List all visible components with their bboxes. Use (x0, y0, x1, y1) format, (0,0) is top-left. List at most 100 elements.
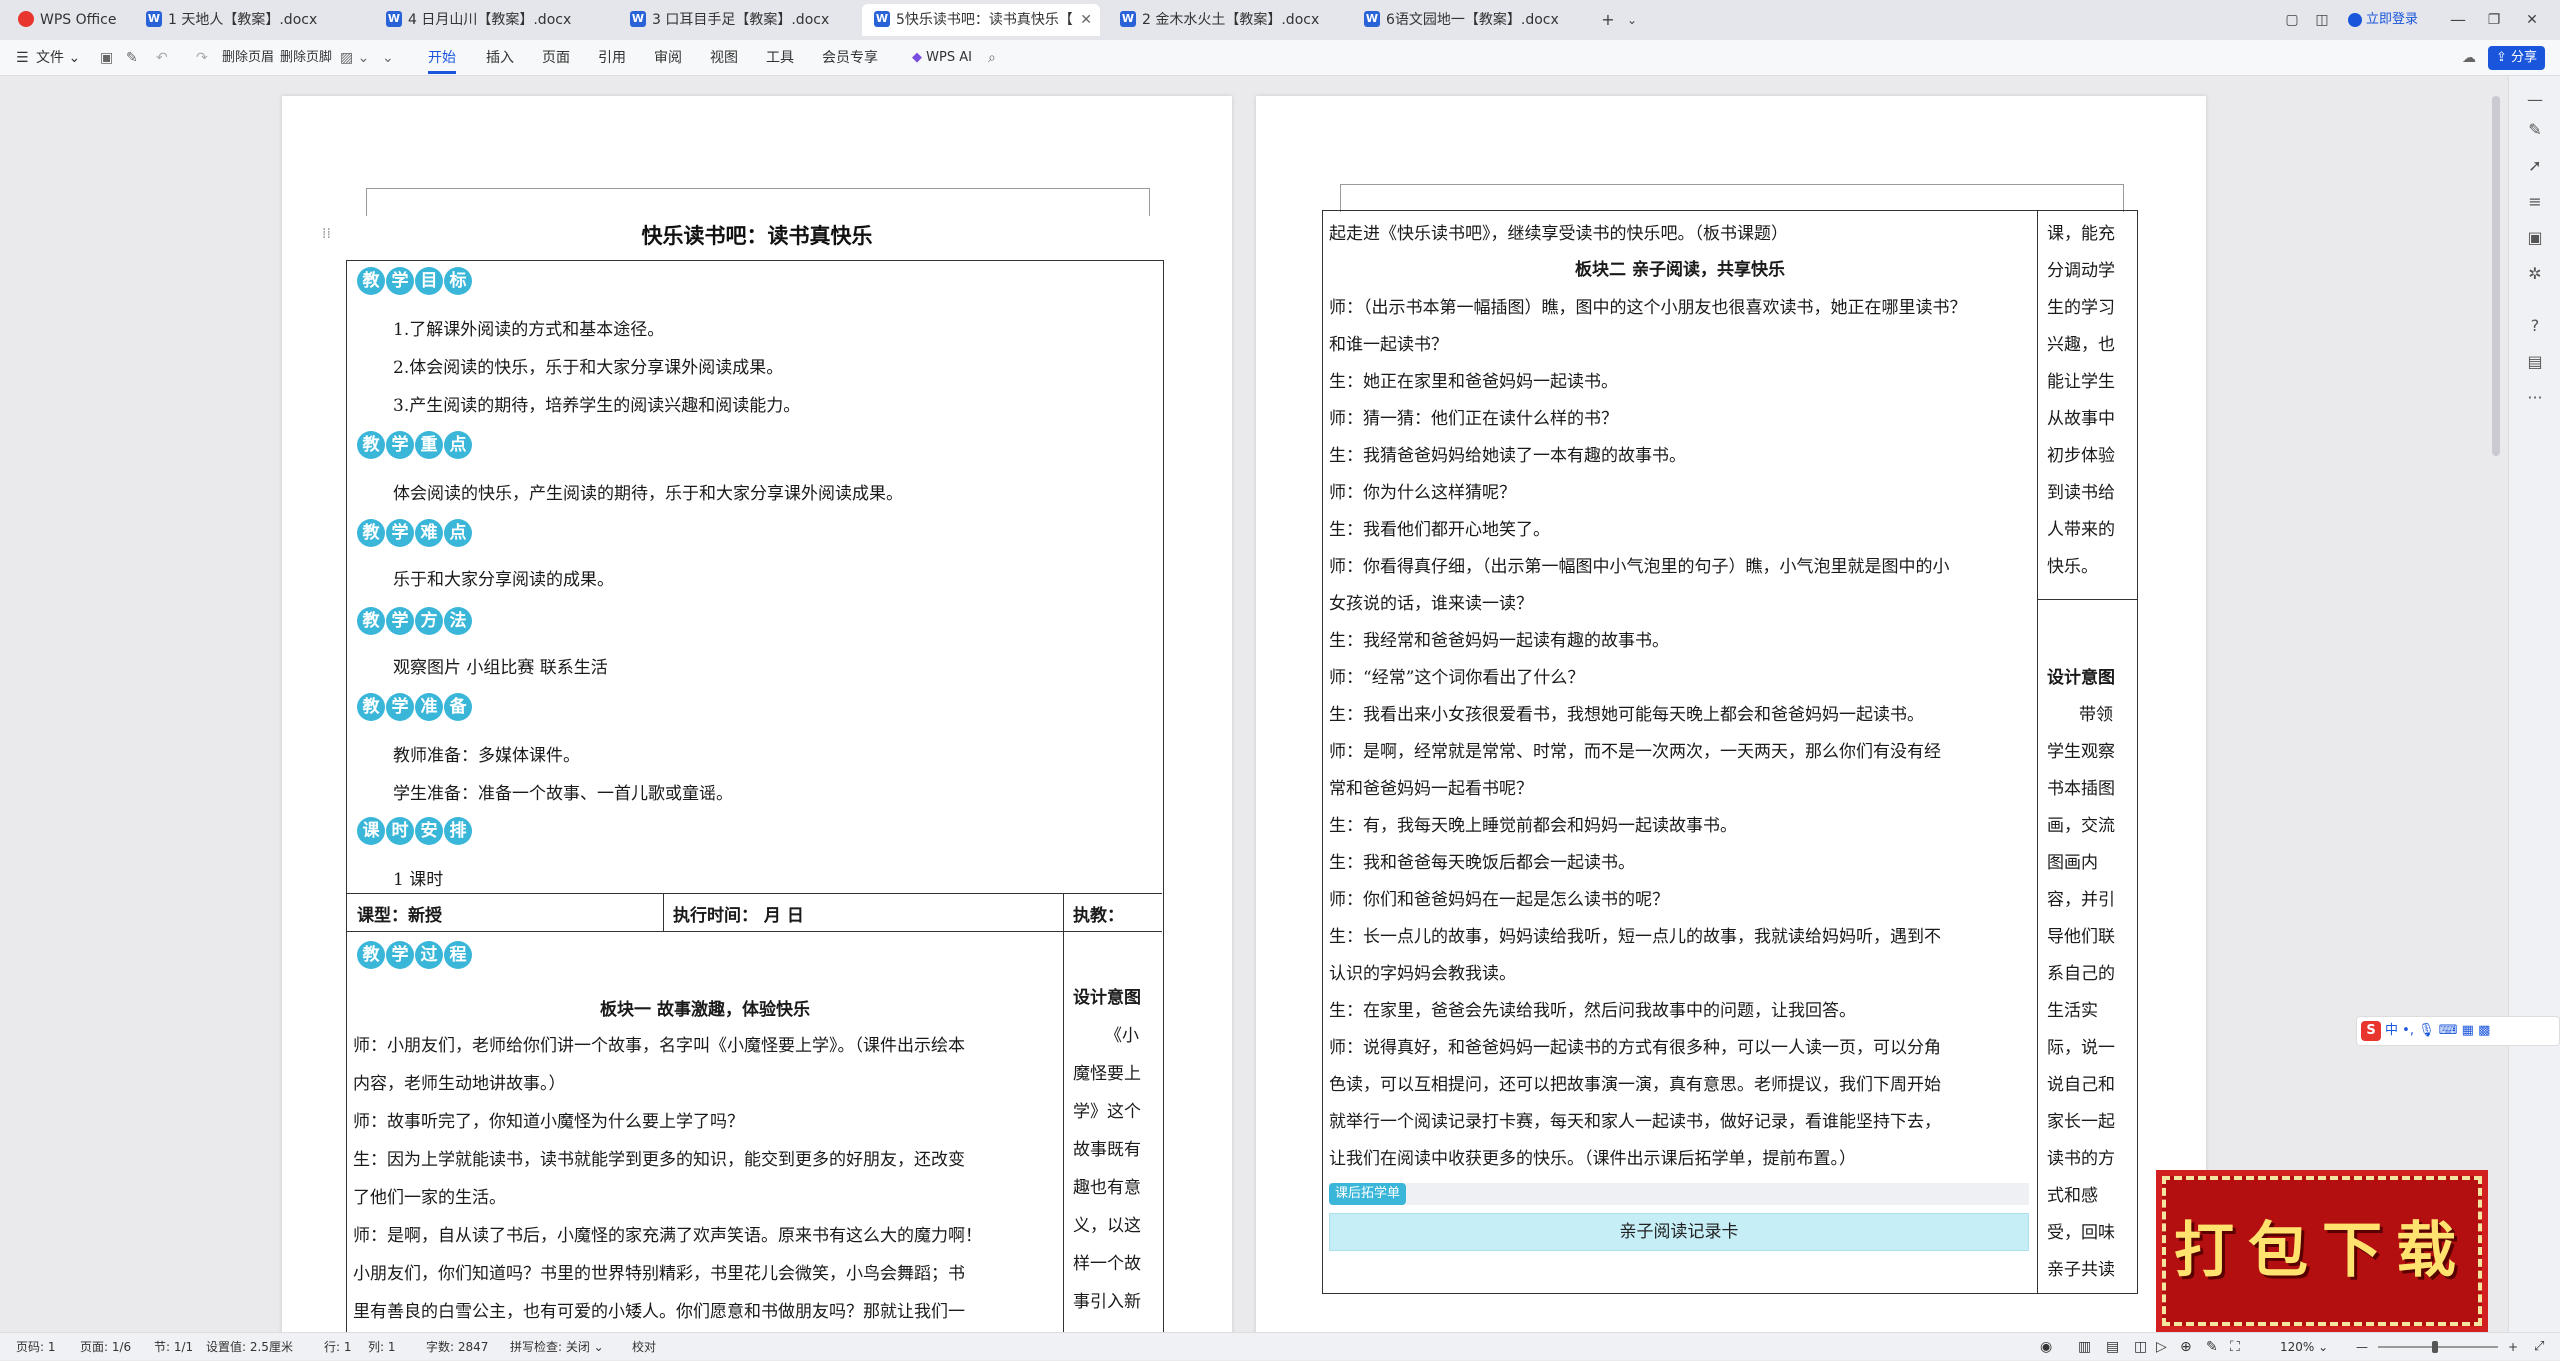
mic-icon[interactable]: 🎙 (2418, 1023, 2435, 1038)
side-line[interactable]: 快乐。 (2047, 552, 2098, 577)
keyboard-icon[interactable]: ⌨ (2439, 1023, 2458, 1038)
body-line[interactable]: 色读，可以互相提问，还可以把故事演一演，真有意思。老师提议，我们下周开始 (1329, 1070, 1941, 1095)
side-line[interactable]: 学》这个 (1073, 1097, 1141, 1122)
side-line[interactable]: 带领 (2079, 700, 2113, 725)
body-line[interactable]: 就举行一个阅读记录打卡赛，每天和家人一起读书，做好记录，看谁能坚持下去， (1329, 1107, 1941, 1132)
body-line[interactable]: 生：有，我每天晚上睡觉前都会和妈妈一起读故事书。 (1329, 811, 1737, 836)
page-view-icon[interactable]: ▥ (2078, 1333, 2091, 1361)
close-tab-icon[interactable]: ✕ (1080, 4, 1092, 36)
side-line[interactable]: 兴趣，也 (2047, 330, 2115, 355)
restore-icon[interactable]: ◫ (2310, 8, 2334, 32)
status-proof[interactable]: 校对 (632, 1333, 656, 1361)
ribbon-tab-review[interactable]: 审阅 (654, 40, 682, 76)
side-line[interactable]: 趣也有意 (1073, 1173, 1141, 1198)
outline-icon[interactable]: ⊕ (2180, 1333, 2192, 1361)
goal-line[interactable]: 3.产生阅读的期待，培养学生的阅读兴趣和阅读能力。 (393, 391, 800, 416)
design-intent-label[interactable]: 设计意图 (1073, 983, 1141, 1008)
doc-tab-1[interactable]: W 1 天地人【教案】.docx (134, 4, 368, 36)
format-painter-icon[interactable]: ✎ (126, 40, 138, 76)
tools-icon[interactable]: ▩ (2478, 1023, 2490, 1038)
side-line[interactable]: 《小 (1105, 1021, 1139, 1046)
body-line[interactable]: 生：她正在家里和爸爸妈妈一起读书。 (1329, 367, 1618, 392)
gear-icon[interactable]: ✲ (2525, 264, 2545, 284)
design-intent-label[interactable]: 设计意图 (2047, 663, 2115, 688)
body-line[interactable]: 生：我看他们都开心地笑了。 (1329, 515, 1550, 540)
status-setting[interactable]: 设置值: 2.5厘米 (206, 1333, 293, 1361)
body-line[interactable]: 起走进《快乐读书吧》，继续享受读书的快乐吧。（板书课题） (1329, 219, 1788, 244)
file-menu[interactable]: 文件 ⌄ (36, 40, 80, 76)
zoom-in-icon[interactable]: + (2508, 1333, 2518, 1361)
side-line[interactable]: 初步体验 (2047, 441, 2115, 466)
wps-home-tab[interactable]: WPS Office (6, 4, 130, 36)
fullscreen-icon[interactable]: ⤢ (2534, 1333, 2544, 1361)
side-line[interactable]: 受，回味 (2047, 1218, 2115, 1243)
help-icon[interactable]: ? (2525, 316, 2545, 336)
search-icon[interactable]: ⌕ (988, 40, 996, 76)
body-line[interactable]: 师：你看得真仔细，（出示第一幅图中小气泡里的句子）瞧，小气泡里就是图中的小 (1329, 552, 1950, 577)
minimize-icon[interactable]: — (2446, 8, 2470, 32)
ribbon-tab-member[interactable]: 会员专享 (822, 40, 878, 76)
side-line[interactable]: 分调动学 (2047, 256, 2115, 281)
side-line[interactable]: 能让学生 (2047, 367, 2115, 392)
ime-toolbar[interactable]: S中 •, 🎙 ⌨ ▦ ▩ (2356, 1016, 2560, 1046)
doc-tab-5[interactable]: W 2 金木水火土【教案】.docx (1108, 4, 1344, 36)
undo-icon[interactable]: ↶ (156, 40, 168, 76)
side-line[interactable]: 义，以这 (1073, 1211, 1141, 1236)
body-line[interactable]: 里有善良的白雪公主，也有可爱的小矮人。你们愿意和书做朋友吗？那就让我们一 (353, 1297, 965, 1322)
image-icon[interactable]: ▣ (2525, 228, 2545, 248)
goal-line[interactable]: 1.了解课外阅读的方式和基本途径。 (393, 315, 664, 340)
vertical-scrollbar[interactable] (2492, 96, 2500, 456)
status-col[interactable]: 列: 1 (368, 1333, 396, 1361)
side-line[interactable]: 际，说一 (2047, 1033, 2115, 1058)
side-line[interactable]: 样一个故 (1073, 1249, 1141, 1274)
body-line[interactable]: 生：我和爸爸每天晚饭后都会一起读书。 (1329, 848, 1635, 873)
side-line[interactable]: 读书的方 (2047, 1144, 2115, 1169)
ribbon-tab-page[interactable]: 页面 (542, 40, 570, 76)
wps-ai-button[interactable]: ◆ WPS AI (912, 40, 972, 76)
zoom-slider[interactable] (2378, 1341, 2498, 1353)
write-icon[interactable]: ✎ (2206, 1333, 2218, 1361)
side-line[interactable]: 人带来的 (2047, 515, 2115, 540)
status-spell-check[interactable]: 拼写检查: 关闭 ⌄ (510, 1333, 604, 1361)
document-title[interactable]: 快乐读书吧：读书真快乐 (282, 220, 1232, 250)
body-line[interactable]: 师：说得真好，和爸爸妈妈一起读书的方式有很多种，可以一人读一页，可以分角 (1329, 1033, 1941, 1058)
ribbon-tab-reference[interactable]: 引用 (598, 40, 626, 76)
share-button[interactable]: ⇪ 分享 (2488, 46, 2546, 70)
download-ad-banner[interactable]: 打包下载 (2162, 1176, 2482, 1326)
picture-tool-icon[interactable]: ▨ ⌄ (340, 40, 369, 76)
body-line[interactable]: 生：长一点儿的故事，妈妈读给我听，短一点儿的故事，我就读给妈妈听，遇到不 (1329, 922, 1941, 947)
side-line[interactable]: 说自己和 (2047, 1070, 2115, 1095)
body-line[interactable]: 生：我猜爸爸妈妈给她读了一本有趣的故事书。 (1329, 441, 1686, 466)
ribbon-tab-view[interactable]: 视图 (710, 40, 738, 76)
side-line[interactable]: 故事既有 (1073, 1135, 1141, 1160)
side-line[interactable]: 画，交流 (2047, 811, 2115, 836)
new-tab-plus-icon[interactable]: + (1596, 8, 1620, 32)
ribbon-tab-home[interactable]: 开始 (428, 40, 456, 74)
side-line[interactable]: 系自己的 (2047, 959, 2115, 984)
status-section[interactable]: 节: 1/1 (154, 1333, 193, 1361)
status-row[interactable]: 行: 1 (324, 1333, 352, 1361)
skin-icon[interactable]: ▦ (2462, 1023, 2474, 1038)
delete-header-button[interactable]: 删除页眉 (222, 40, 274, 76)
difficult-text[interactable]: 乐于和大家分享阅读的成果。 (393, 565, 614, 590)
cloud-sync-icon[interactable]: ☁ (2462, 40, 2476, 76)
play-icon[interactable]: ▷ (2156, 1333, 2167, 1361)
teacher-field[interactable]: 执教： (1073, 901, 1124, 926)
body-line[interactable]: 内容，老师生动地讲故事。） (353, 1069, 566, 1094)
body-line[interactable]: 师：故事听完了，你知道小魔怪为什么要上学了吗？ (353, 1107, 744, 1132)
side-line[interactable]: 图画内 (2047, 848, 2098, 873)
ribbon-tab-insert[interactable]: 插入 (486, 40, 514, 76)
menu-icon[interactable]: ☰ (16, 40, 29, 76)
status-page-number[interactable]: 页码: 1 (16, 1333, 56, 1361)
zoom-level[interactable]: 120% ⌄ (2280, 1333, 2328, 1361)
side-line[interactable]: 到读书给 (2047, 478, 2115, 503)
extend-badge[interactable]: 课后拓学单 (1329, 1183, 1407, 1205)
side-line[interactable]: 生的学习 (2047, 293, 2115, 318)
more-icon[interactable]: ··· (2525, 388, 2545, 408)
side-line[interactable]: 容，并引 (2047, 885, 2115, 910)
zoom-slider-thumb[interactable] (2432, 1341, 2438, 1353)
body-line[interactable]: 师：你们和爸爸妈妈在一起是怎么读书的呢？ (1329, 885, 1669, 910)
body-line[interactable]: 生：因为上学就能读书，读书就能学到更多的知识，能交到更多的好朋友，还改变 (353, 1145, 965, 1170)
side-line[interactable]: 课，能充 (2047, 219, 2115, 244)
layout-icon[interactable]: ▢ (2280, 8, 2304, 32)
